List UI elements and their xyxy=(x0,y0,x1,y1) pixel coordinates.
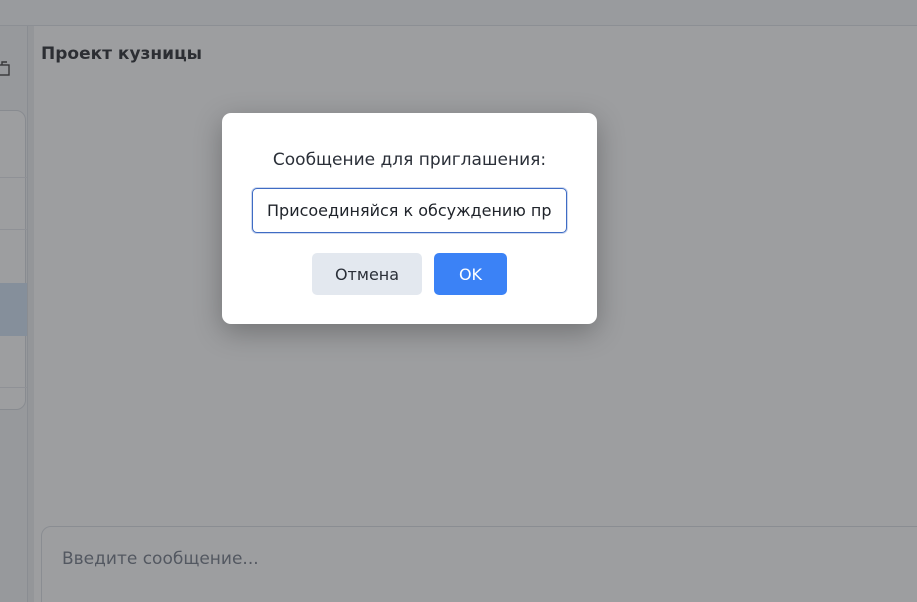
invite-message-input[interactable] xyxy=(252,188,567,233)
cancel-button[interactable]: Отмена xyxy=(312,253,422,295)
app-window: Проект кузницы Сообщение для приглашения… xyxy=(0,0,917,602)
ok-button[interactable]: OK xyxy=(434,253,507,295)
invite-prompt-dialog: Сообщение для приглашения: Отмена OK xyxy=(222,113,597,324)
dialog-message: Сообщение для приглашения: xyxy=(272,150,547,170)
